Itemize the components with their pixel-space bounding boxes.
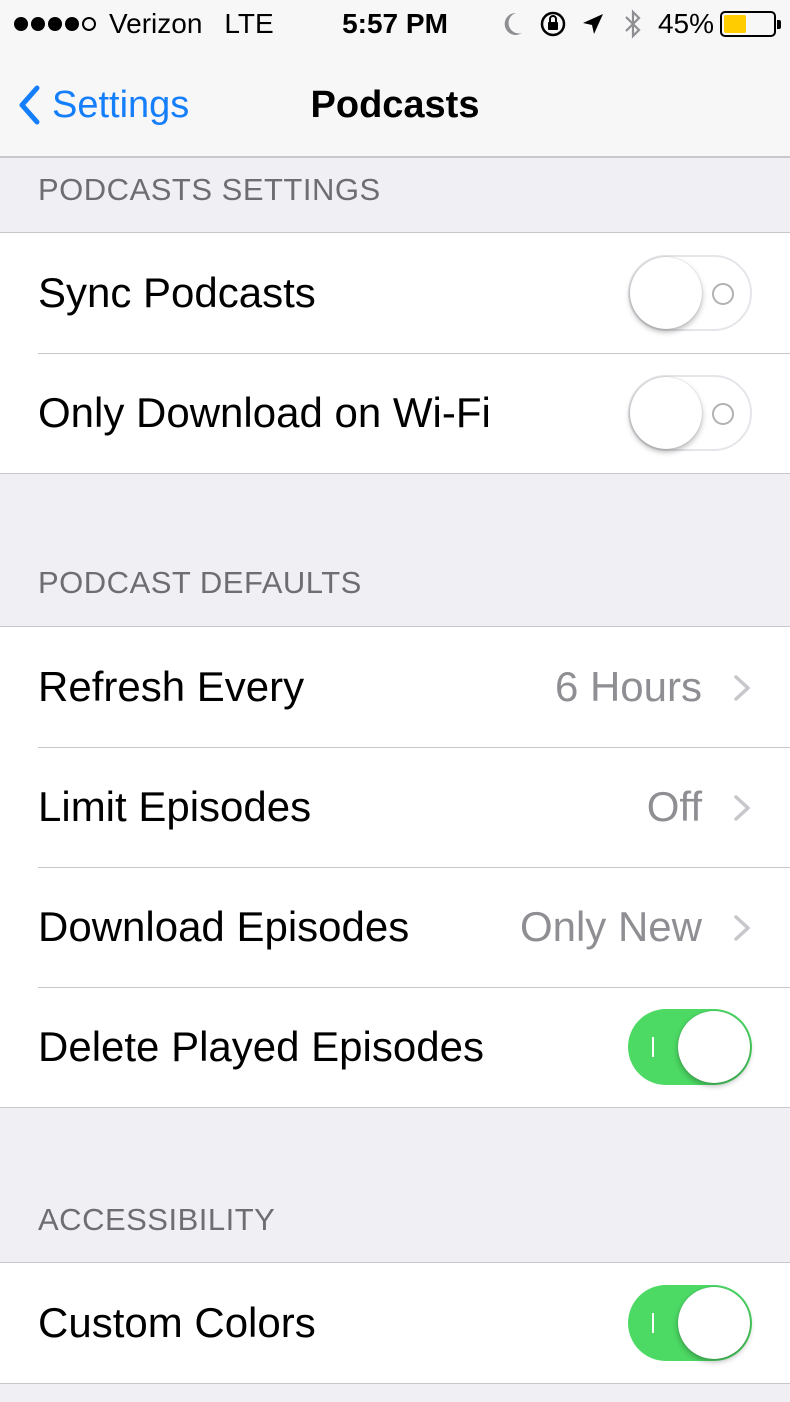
location-icon: [578, 9, 608, 39]
navigation-bar: Settings Podcasts: [0, 52, 790, 158]
toggle-on-mark: [652, 1313, 654, 1333]
section-header-podcast-defaults: PODCAST DEFAULTS: [38, 565, 362, 600]
toggle-knob: [630, 377, 702, 449]
row-label: Delete Played Episodes: [38, 1023, 484, 1070]
orientation-lock-icon: [538, 9, 568, 39]
row-value: 6 Hours: [554, 663, 702, 710]
only-download-wifi-toggle[interactable]: [628, 375, 752, 451]
custom-colors-toggle[interactable]: [628, 1285, 752, 1361]
toggle-off-mark: [712, 283, 734, 305]
toggle-knob: [678, 1011, 750, 1083]
row-label: Sync Podcasts: [38, 269, 316, 316]
row-delete-played-episodes: Delete Played Episodes: [0, 987, 790, 1107]
sync-podcasts-toggle[interactable]: [628, 255, 752, 331]
row-custom-colors: Custom Colors: [0, 1263, 790, 1383]
group-podcasts-settings: Sync Podcasts Only Download on Wi-Fi: [0, 232, 790, 474]
section-header-podcasts-settings: PODCASTS SETTINGS: [38, 172, 381, 207]
status-bar: Verizon LTE 5:57 PM 45%: [0, 0, 790, 52]
toggle-knob: [630, 257, 702, 329]
toggle-on-mark: [652, 1037, 654, 1057]
row-limit-episodes[interactable]: Limit Episodes Off: [0, 747, 790, 867]
moon-icon: [498, 9, 528, 39]
battery-fill: [724, 15, 746, 33]
row-label: Refresh Every: [38, 663, 305, 710]
bluetooth-icon: [618, 9, 648, 39]
group-accessibility: Custom Colors: [0, 1262, 790, 1384]
chevron-right-icon: [734, 675, 750, 701]
page-title: Podcasts: [310, 84, 480, 126]
row-value: Off: [646, 783, 702, 830]
delete-played-episodes-toggle[interactable]: [628, 1009, 752, 1085]
row-label: Only Download on Wi-Fi: [38, 389, 491, 436]
group-podcast-defaults: Refresh Every 6 Hours Limit Episodes Off…: [0, 626, 790, 1108]
battery-percent: 45%: [657, 8, 714, 39]
toggle-knob: [678, 1287, 750, 1359]
row-label: Custom Colors: [38, 1299, 316, 1346]
row-refresh-every[interactable]: Refresh Every 6 Hours: [0, 627, 790, 747]
row-label: Download Episodes: [38, 903, 410, 950]
status-right: 45%: [488, 8, 781, 40]
row-value: Only New: [519, 903, 702, 950]
row-only-download-wifi: Only Download on Wi-Fi: [0, 353, 790, 473]
row-label: Limit Episodes: [38, 783, 312, 830]
toggle-off-mark: [712, 403, 734, 425]
section-header-accessibility: ACCESSIBILITY: [38, 1202, 276, 1237]
chevron-right-icon: [734, 795, 750, 821]
row-sync-podcasts: Sync Podcasts: [0, 233, 790, 353]
chevron-right-icon: [734, 915, 750, 941]
battery-icon: [720, 11, 781, 37]
row-download-episodes[interactable]: Download Episodes Only New: [0, 867, 790, 987]
